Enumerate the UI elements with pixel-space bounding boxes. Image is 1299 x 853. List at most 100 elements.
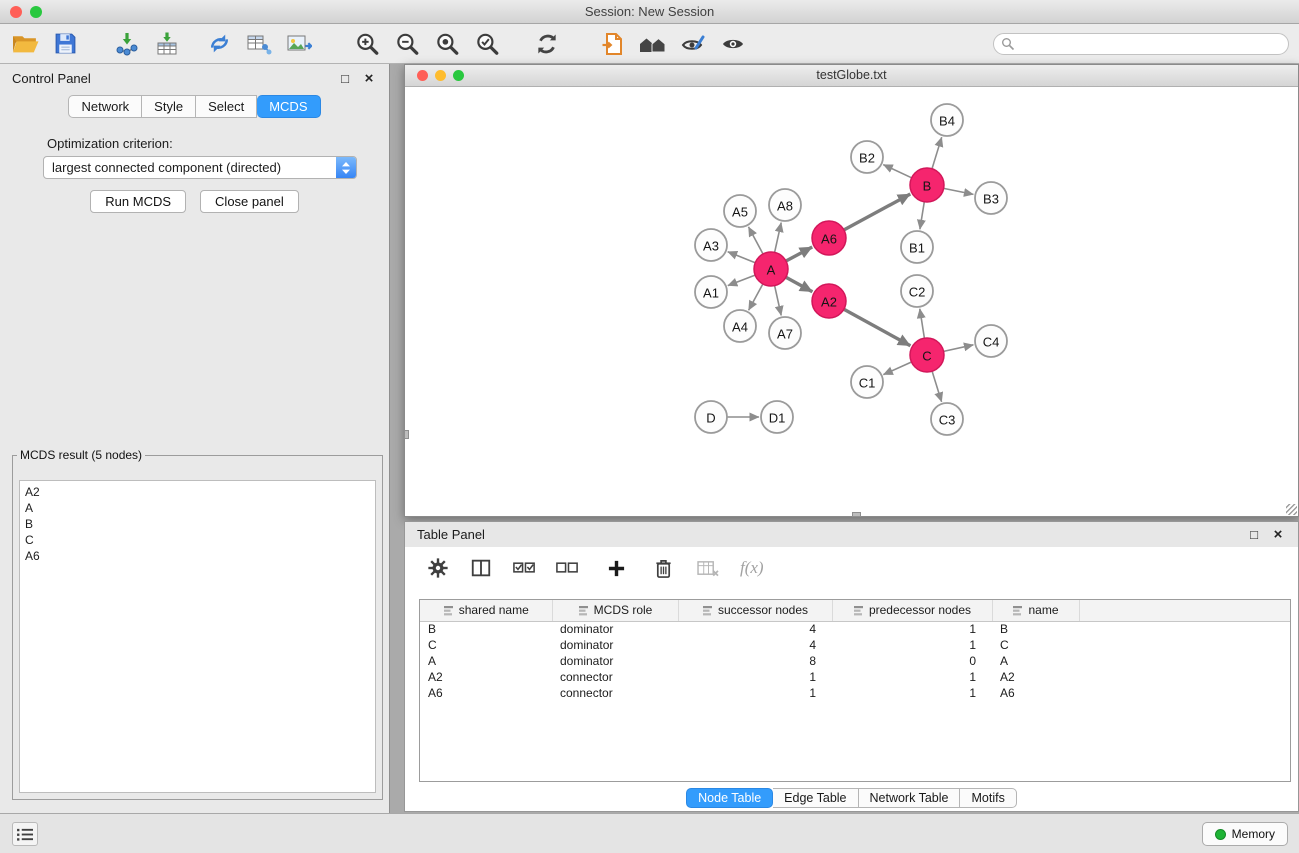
network-edge-A-A6[interactable] xyxy=(786,247,812,261)
resize-handle-bottom[interactable] xyxy=(852,512,861,517)
float-panel-icon[interactable]: □ xyxy=(337,71,353,86)
node-table[interactable]: shared nameMCDS rolesuccessor nodesprede… xyxy=(419,599,1291,782)
close-table-panel-icon[interactable]: × xyxy=(1270,526,1286,543)
column-header-predecessor-nodes[interactable]: predecessor nodes xyxy=(832,600,992,621)
import-network-icon[interactable] xyxy=(110,27,144,61)
network-edge-A2-C[interactable] xyxy=(844,309,911,346)
network-edge-A-A7[interactable] xyxy=(775,286,782,316)
import-table-icon[interactable] xyxy=(150,27,184,61)
column-header-name[interactable]: name xyxy=(992,600,1079,621)
mcds-result-item[interactable]: C xyxy=(25,532,370,548)
network-edge-A-A5[interactable] xyxy=(749,227,764,254)
network-node-C4[interactable]: C4 xyxy=(975,325,1007,357)
network-node-B[interactable]: B xyxy=(910,168,944,202)
tab-network[interactable]: Network xyxy=(68,95,142,118)
network-edge-A-A8[interactable] xyxy=(775,223,782,253)
network-edge-B-B3[interactable] xyxy=(944,188,974,194)
resize-handle-corner[interactable] xyxy=(1286,504,1297,515)
network-node-D[interactable]: D xyxy=(695,401,727,433)
dropdown-stepper-icon[interactable] xyxy=(336,157,356,178)
network-window-titlebar[interactable]: testGlobe.txt xyxy=(405,65,1298,87)
table-row[interactable]: Cdominator41C xyxy=(420,637,1290,653)
column-header-MCDS-role[interactable]: MCDS role xyxy=(552,600,678,621)
table-row[interactable]: A2connector11A2 xyxy=(420,669,1290,685)
network-node-A4[interactable]: A4 xyxy=(724,310,756,342)
column-header-shared-name[interactable]: shared name xyxy=(420,600,552,621)
unselect-all-icon[interactable] xyxy=(554,555,580,581)
style-brush-eye-icon[interactable] xyxy=(676,27,710,61)
network-edge-A-A4[interactable] xyxy=(749,284,763,310)
network-node-C3[interactable]: C3 xyxy=(931,403,963,435)
tab-mcds[interactable]: MCDS xyxy=(257,95,320,118)
network-close-button[interactable] xyxy=(417,70,428,81)
network-node-A5[interactable]: A5 xyxy=(724,195,756,227)
eye-icon[interactable] xyxy=(716,27,750,61)
document-export-icon[interactable] xyxy=(596,27,630,61)
network-node-C[interactable]: C xyxy=(910,338,944,372)
mcds-result-item[interactable]: A2 xyxy=(25,484,370,500)
tab-motifs[interactable]: Motifs xyxy=(960,788,1016,808)
network-edge-C-C4[interactable] xyxy=(944,345,974,352)
network-node-A6[interactable]: A6 xyxy=(812,221,846,255)
zoom-window-button[interactable] xyxy=(30,6,42,18)
close-window-button[interactable] xyxy=(10,6,22,18)
export-image-icon[interactable] xyxy=(282,27,316,61)
network-node-C2[interactable]: C2 xyxy=(901,275,933,307)
network-canvas[interactable]: B4 B2 B B3 A8 A5 A6 A3 B1 A C2 A1 A2 A4 A7 C4 C C1 D D1 C3 xyxy=(405,87,1298,516)
network-edge-B-B4[interactable] xyxy=(932,137,942,169)
table-row[interactable]: Adominator80A xyxy=(420,653,1290,669)
task-history-icon[interactable] xyxy=(12,822,38,846)
network-table-icon[interactable] xyxy=(242,27,276,61)
network-node-A8[interactable]: A8 xyxy=(769,189,801,221)
network-edge-C-C2[interactable] xyxy=(920,309,925,338)
refresh-icon[interactable] xyxy=(530,27,564,61)
columns-icon[interactable] xyxy=(468,555,494,581)
save-session-icon[interactable] xyxy=(48,27,82,61)
table-row[interactable]: A6connector11A6 xyxy=(420,685,1290,701)
network-edge-A6-B[interactable] xyxy=(844,194,910,230)
resize-handle-left[interactable] xyxy=(404,430,409,439)
network-edge-C-C1[interactable] xyxy=(883,362,911,375)
trash-icon[interactable] xyxy=(650,555,676,581)
close-panel-button[interactable]: Close panel xyxy=(200,190,299,213)
network-node-A7[interactable]: A7 xyxy=(769,317,801,349)
mcds-result-item[interactable]: A xyxy=(25,500,370,516)
network-edge-B-B2[interactable] xyxy=(883,165,911,178)
table-row[interactable]: Bdominator41B xyxy=(420,621,1290,637)
zoom-out-icon[interactable] xyxy=(390,27,424,61)
network-edge-A-A1[interactable] xyxy=(728,275,755,286)
add-icon[interactable] xyxy=(603,555,629,581)
network-node-B4[interactable]: B4 xyxy=(931,104,963,136)
network-edge-B-B1[interactable] xyxy=(920,202,924,229)
open-file-icon[interactable] xyxy=(8,27,42,61)
column-header-successor-nodes[interactable]: successor nodes xyxy=(678,600,832,621)
network-edge-A-A3[interactable] xyxy=(728,252,756,263)
network-zoom-button[interactable] xyxy=(453,70,464,81)
run-mcds-button[interactable]: Run MCDS xyxy=(90,190,186,213)
close-panel-icon[interactable]: × xyxy=(361,70,377,87)
network-node-A3[interactable]: A3 xyxy=(695,229,727,261)
network-node-D1[interactable]: D1 xyxy=(761,401,793,433)
float-table-panel-icon[interactable]: □ xyxy=(1246,527,1262,542)
tab-node-table[interactable]: Node Table xyxy=(686,788,773,808)
mcds-result-list[interactable]: A2ABCA6 xyxy=(19,480,376,793)
memory-button[interactable]: Memory xyxy=(1202,822,1288,846)
network-node-B3[interactable]: B3 xyxy=(975,182,1007,214)
home-icon[interactable] xyxy=(636,27,670,61)
network-edge-A-A2[interactable] xyxy=(786,277,813,292)
network-node-B1[interactable]: B1 xyxy=(901,231,933,263)
network-edge-C-C3[interactable] xyxy=(932,371,942,402)
network-node-A[interactable]: A xyxy=(754,252,788,286)
zoom-in-icon[interactable] xyxy=(350,27,384,61)
gear-icon[interactable] xyxy=(425,555,451,581)
zoom-fit-icon[interactable] xyxy=(430,27,464,61)
select-all-icon[interactable] xyxy=(511,555,537,581)
network-node-A1[interactable]: A1 xyxy=(695,276,727,308)
network-node-C1[interactable]: C1 xyxy=(851,366,883,398)
network-arrows-icon[interactable] xyxy=(202,27,236,61)
network-node-A2[interactable]: A2 xyxy=(812,284,846,318)
tab-style[interactable]: Style xyxy=(142,95,196,118)
network-node-B2[interactable]: B2 xyxy=(851,141,883,173)
tab-select[interactable]: Select xyxy=(196,95,257,118)
mcds-result-item[interactable]: A6 xyxy=(25,548,370,564)
